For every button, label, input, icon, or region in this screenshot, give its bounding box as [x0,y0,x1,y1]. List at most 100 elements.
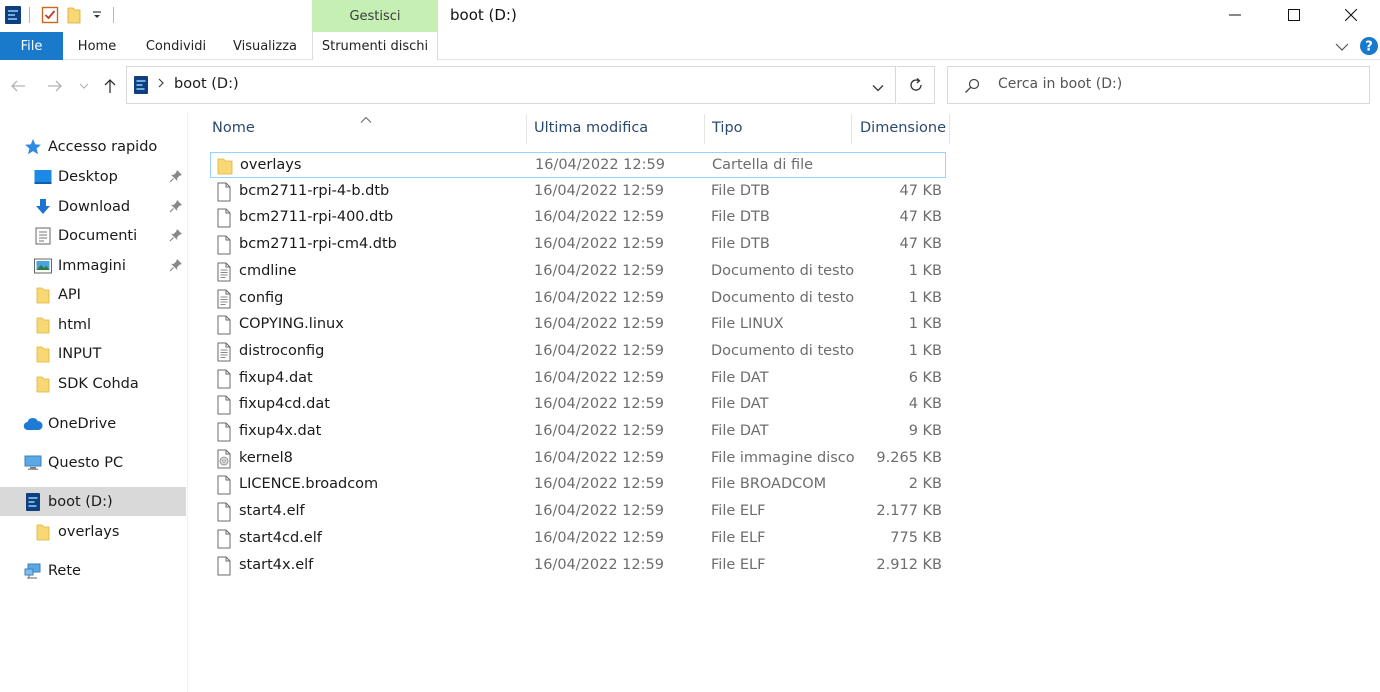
file-icon [216,315,232,335]
sidebar-item-network[interactable]: Rete [0,556,186,585]
tab-share[interactable]: Condividi [138,32,214,60]
sidebar-item-input[interactable]: INPUT [0,339,186,368]
sidebar-item-overlays[interactable]: overlays [0,517,186,546]
file-name: start4.elf [239,503,305,520]
file-row[interactable]: fixup4x.dat 16/04/2022 12:59 File DAT 9 KB [210,419,946,445]
file-row[interactable]: bcm2711-rpi-4-b.dtb 16/04/2022 12:59 File … [210,179,946,205]
address-dropdown-chevron-icon[interactable] [872,80,884,96]
folder-icon [34,523,52,541]
file-icon [216,556,232,576]
address-bar[interactable]: boot (D:) [126,66,896,104]
file-row[interactable]: fixup4.dat 16/04/2022 12:59 File DAT 6 KB [210,366,946,392]
sidebar-item-sdk-cohda[interactable]: SDK Cohda [0,369,186,398]
app-drive-icon[interactable] [4,4,22,26]
pin-icon [169,200,182,213]
sidebar-item-this-pc[interactable]: Questo PC [0,448,186,477]
navigation-row: boot (D:) [0,60,1380,112]
pin-icon [169,259,182,272]
pictures-icon [34,257,52,275]
file-row[interactable]: start4x.elf 16/04/2022 12:59 File ELF 2.912… [210,553,946,579]
file-row[interactable]: start4.elf 16/04/2022 12:59 File ELF 2.177 … [210,499,946,525]
forward-button[interactable] [43,74,67,98]
sidebar-item-quick-access[interactable]: Accesso rapido [0,132,186,161]
new-folder-icon[interactable] [67,4,81,26]
file-modified: 16/04/2022 12:59 [534,262,664,279]
file-row[interactable]: COPYING.linux 16/04/2022 12:59 File LINUX 1… [210,312,946,338]
file-size: 1 KB [908,262,942,279]
file-icon [216,208,232,228]
properties-icon[interactable] [41,4,59,26]
tab-view[interactable]: Visualizza [226,32,304,60]
column-divider[interactable] [851,114,852,144]
sidebar-item-label: SDK Cohda [58,375,139,392]
maximize-button[interactable] [1265,0,1323,30]
file-modified: 16/04/2022 12:59 [534,209,664,226]
column-header-type[interactable]: Tipo [712,112,847,144]
file-name: bcm2711-rpi-4-b.dtb [239,182,390,199]
customize-toolbar-chevron-icon[interactable] [92,4,102,26]
sidebar-item-documents[interactable]: Documenti [0,221,186,250]
toolbar-separator [113,7,114,23]
text-file-icon [216,289,232,309]
file-size: 2.912 KB [876,556,942,573]
file-name: fixup4x.dat [239,423,322,439]
svg-text:?: ? [1365,40,1373,55]
file-row[interactable]: start4cd.elf 16/04/2022 12:59 File ELF 775 … [210,526,946,552]
file-name: fixup4.dat [239,369,313,386]
column-header-name[interactable]: Nome [212,112,522,144]
expand-ribbon-chevron-icon[interactable] [1335,40,1349,56]
up-button[interactable] [98,74,122,98]
minimize-button[interactable] [1206,0,1264,30]
file-modified: 16/04/2022 12:59 [534,556,664,573]
tab-drive-tools[interactable]: Strumenti dischi [312,32,438,60]
navigation-pane: Accesso rapido Desktop Download Document… [0,112,188,692]
file-type: File ELF [711,503,766,520]
file-type: File DTB [711,182,770,199]
sidebar-item-html[interactable]: html [0,310,186,339]
file-type: File DTB [711,209,770,226]
file-row[interactable]: fixup4cd.dat 16/04/2022 12:59 File DAT 4 KB [210,392,946,418]
column-header-modified[interactable]: Ultima modifica [534,112,704,144]
column-divider[interactable] [704,114,705,144]
file-size: 2.177 KB [876,503,942,520]
tab-home[interactable]: Home [68,32,126,60]
file-name: overlays [240,157,302,173]
breadcrumb-chevron-icon[interactable] [157,77,165,93]
sidebar-item-desktop[interactable]: Desktop [0,162,186,191]
cloud-icon [23,415,43,433]
file-row[interactable]: LICENCE.broadcom 16/04/2022 12:59 File BRO… [210,472,946,498]
file-name: fixup4cd.dat [239,396,330,413]
search-input[interactable] [998,76,1338,92]
download-icon [34,198,52,216]
file-row[interactable]: config 16/04/2022 12:59 Documento di testo… [210,286,946,312]
file-row[interactable]: cmdline 16/04/2022 12:59 Documento di test… [210,259,946,285]
file-name: start4cd.elf [239,529,322,546]
file-type: Documento di testo [711,342,855,359]
help-icon[interactable]: ? [1359,36,1379,60]
sidebar-item-download[interactable]: Download [0,192,186,221]
sidebar-item-boot-drive[interactable]: boot (D:) [0,487,186,516]
sidebar-item-onedrive[interactable]: OneDrive [0,409,186,438]
search-box[interactable] [947,66,1370,104]
file-row[interactable]: bcm2711-rpi-cm4.dtb 16/04/2022 12:59 File … [210,232,946,258]
tab-file[interactable]: File [0,32,63,60]
sidebar-item-label: INPUT [58,345,102,362]
column-divider[interactable] [526,114,527,144]
back-button[interactable] [6,74,30,98]
refresh-button[interactable] [897,66,935,104]
sidebar-item-api[interactable]: API [0,280,186,309]
file-row[interactable]: overlays 16/04/2022 12:59 Cartella di file [210,152,946,178]
recent-locations-chevron-icon[interactable] [74,74,94,98]
desktop-icon [34,168,52,186]
file-row[interactable]: bcm2711-rpi-400.dtb 16/04/2022 12:59 File … [210,205,946,231]
sidebar-item-pictures[interactable]: Immagini [0,251,186,280]
title-bar: Gestisci boot (D:) [0,0,1380,32]
file-row[interactable]: distroconfig 16/04/2022 12:59 Documento di… [210,339,946,365]
file-size: 1 KB [908,289,942,306]
column-header-size[interactable]: Dimensione [860,112,946,144]
file-row[interactable]: kernel8 16/04/2022 12:59 File immagine dis… [210,446,946,472]
breadcrumb-current[interactable]: boot (D:) [174,76,239,92]
close-button[interactable] [1322,0,1380,30]
column-divider[interactable] [949,114,950,144]
file-modified: 16/04/2022 12:59 [534,289,664,306]
